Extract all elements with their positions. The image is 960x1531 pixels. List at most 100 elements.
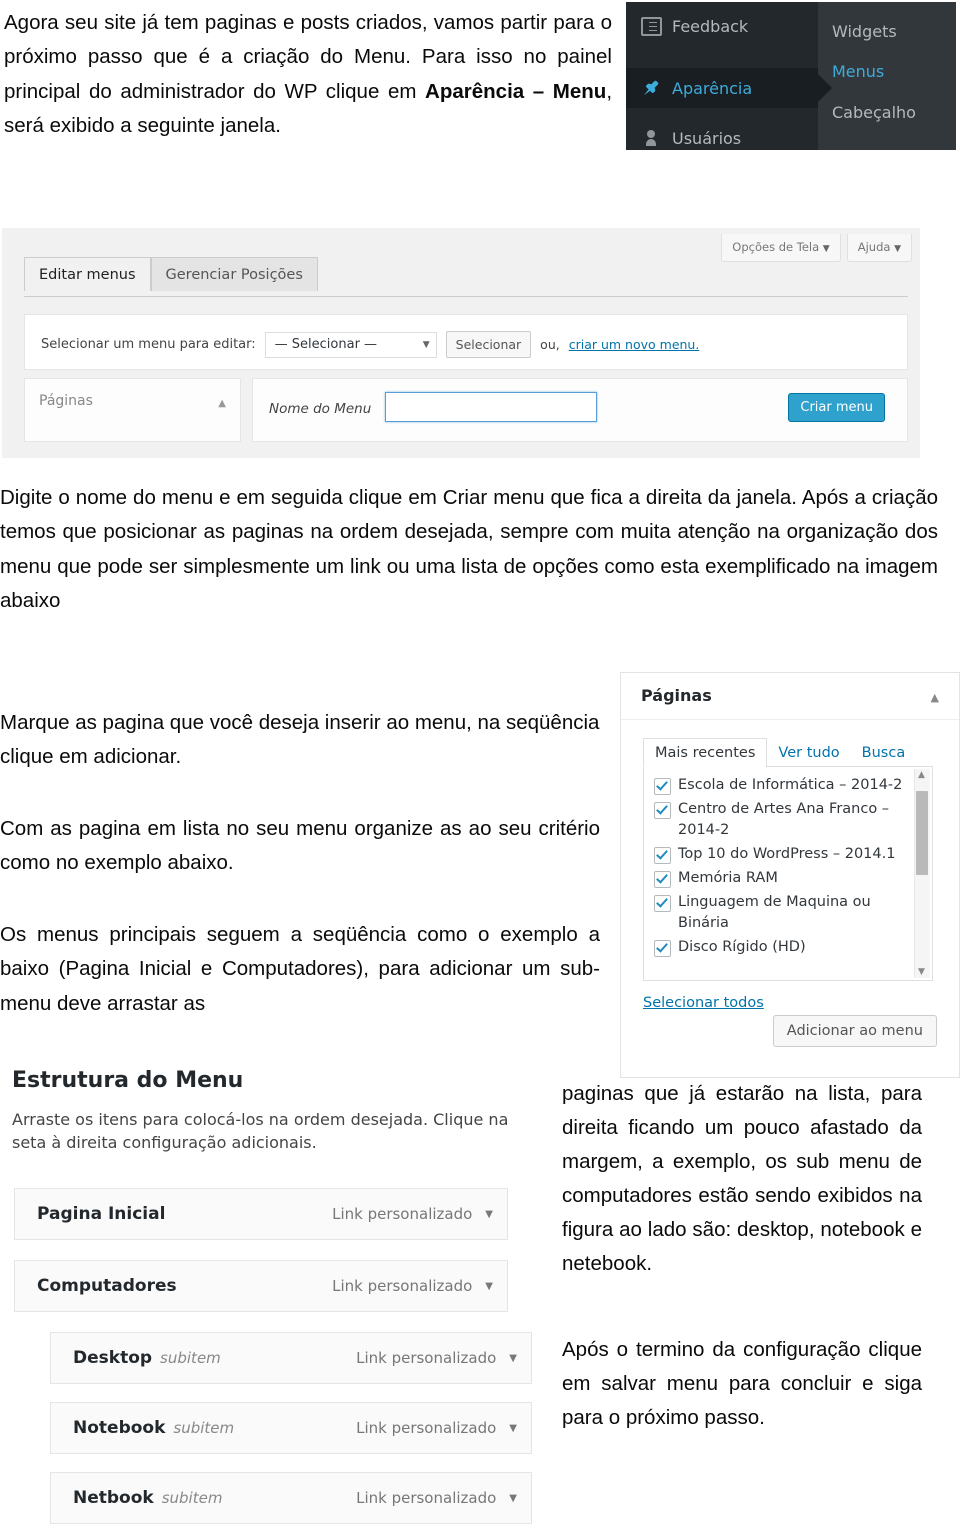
paginas-accordion-box[interactable]: Páginas ▲	[24, 378, 241, 442]
menu-item-meta: Link personalizado ▼	[332, 1277, 493, 1295]
menu-name-label: Nome do Menu	[269, 401, 372, 417]
menu-item-subitem-tag: subitem	[160, 1349, 221, 1367]
intro-bold-aparencia-menu: Aparência – Menu	[425, 79, 607, 103]
select-button-label: Selecionar	[455, 337, 522, 352]
list-item-label: Centro de Artes Ana Franco – 2014-2	[678, 801, 890, 839]
screen-meta-buttons: Opções de Tela ▼ Ajuda ▼	[721, 234, 912, 262]
chevron-down-icon[interactable]: ▼	[509, 1353, 517, 1364]
menu-item-row[interactable]: Pagina Inicial Link personalizado ▼	[14, 1188, 508, 1240]
checkbox-checked-icon[interactable]	[654, 871, 671, 889]
menu-item-type: Link personalizado	[332, 1277, 473, 1295]
sidebar-item-feedback[interactable]: Feedback	[626, 6, 748, 46]
menu-item-name-text: Netbook	[73, 1488, 154, 1508]
menu-item-meta: Link personalizado ▼	[356, 1489, 517, 1507]
scrollbar-thumb[interactable]	[916, 791, 928, 875]
add-to-menu-button[interactable]: Adicionar ao menu	[772, 1015, 937, 1047]
appearance-pin-icon	[638, 78, 664, 98]
chevron-down-icon[interactable]: ▼	[485, 1281, 493, 1292]
menu-structure-screenshot: Estrutura do Menu Arraste os itens para …	[0, 1058, 552, 1531]
paragraph-com-as-pagina: Com as pagina em lista no seu menu organ…	[0, 817, 600, 875]
paragraph-right-final: Após o termino da configuração clique em…	[562, 1338, 922, 1430]
list-item-label: Memória RAM	[678, 870, 778, 887]
submenu-item-menus[interactable]: Menus	[832, 62, 884, 81]
menu-select-dropdown[interactable]: — Selecionar — ▼	[264, 331, 437, 358]
users-icon	[638, 130, 664, 146]
paginas-metabox-screenshot: Páginas ▲ Mais recentes Ver tudo Busca E…	[620, 672, 960, 1078]
tab-mais-recentes[interactable]: Mais recentes	[643, 738, 768, 768]
menu-editor-screenshot: Opções de Tela ▼ Ajuda ▼ Editar menus Ge…	[2, 228, 920, 458]
list-item-label: Linguagem de Maquina ou Binária	[678, 894, 871, 932]
menu-item-meta: Link personalizado ▼	[356, 1419, 517, 1437]
list-item[interactable]: Top 10 do WordPress – 2014.1	[654, 844, 906, 865]
select-all-link[interactable]: Selecionar todos	[643, 995, 764, 1011]
chevron-up-icon[interactable]: ▲	[218, 398, 226, 409]
scroll-down-arrow-icon[interactable]: ▼	[918, 967, 925, 977]
menu-item-row-sub[interactable]: Notebook subitem Link personalizado ▼	[50, 1402, 532, 1454]
paragraph-marque: Marque as pagina que você deseja inserir…	[0, 711, 600, 769]
select-menu-panel: Selecionar um menu para editar: — Seleci…	[24, 314, 908, 370]
list-scrollbar[interactable]: ▲ ▼	[914, 769, 930, 978]
menu-item-row[interactable]: Computadores Link personalizado ▼	[14, 1260, 508, 1312]
list-item[interactable]: Linguagem de Maquina ou Binária	[654, 892, 906, 934]
sidebar-item-aparencia-label: Aparência	[672, 78, 753, 98]
chevron-down-icon[interactable]: ▼	[485, 1209, 493, 1220]
menu-name-panel: Nome do Menu Criar menu	[252, 378, 908, 442]
checkbox-checked-icon[interactable]	[654, 802, 671, 820]
submenu-item-widgets[interactable]: Widgets	[832, 22, 897, 41]
tab-editar-menus-label: Editar menus	[39, 267, 136, 283]
chevron-up-icon[interactable]: ▲	[931, 691, 939, 704]
scroll-up-arrow-icon[interactable]: ▲	[918, 770, 925, 780]
sidebar-item-feedback-label: Feedback	[672, 16, 749, 36]
or-text: ou,	[540, 337, 560, 352]
checkbox-checked-icon[interactable]	[654, 847, 671, 865]
menu-item-name: Pagina Inicial	[37, 1204, 166, 1224]
create-new-menu-link[interactable]: criar um novo menu.	[569, 337, 700, 352]
chevron-down-icon: ▼	[822, 244, 830, 254]
tab-gerenciar-posicoes[interactable]: Gerenciar Posições	[150, 257, 318, 291]
submenu-item-cabecalho[interactable]: Cabeçalho	[832, 103, 916, 122]
sidebar-item-aparencia[interactable]: Aparência	[626, 68, 818, 108]
menu-item-name-text: Desktop	[73, 1348, 153, 1368]
chevron-down-icon[interactable]: ▼	[509, 1423, 517, 1434]
menu-item-name: Desktop subitem	[73, 1348, 221, 1368]
menu-item-type: Link personalizado	[356, 1489, 497, 1507]
tab-editar-menus[interactable]: Editar menus	[24, 257, 151, 291]
add-to-menu-button-label: Adicionar ao menu	[786, 1023, 923, 1039]
checkbox-checked-icon[interactable]	[654, 940, 671, 958]
menu-structure-title: Estrutura do Menu	[12, 1068, 244, 1093]
list-item-label: Escola de Informática – 2014-2	[678, 777, 903, 793]
menu-item-name: Notebook subitem	[73, 1418, 234, 1438]
checkbox-checked-icon[interactable]	[654, 895, 671, 913]
help-button[interactable]: Ajuda ▼	[846, 234, 912, 262]
chevron-down-icon: ▼	[422, 339, 430, 350]
select-button[interactable]: Selecionar	[445, 331, 532, 358]
paginas-metabox-tabs: Mais recentes Ver tudo Busca	[643, 737, 917, 768]
create-menu-button[interactable]: Criar menu	[788, 393, 885, 422]
menu-item-name: Netbook subitem	[73, 1488, 222, 1508]
tab-ver-tudo[interactable]: Ver tudo	[767, 739, 850, 767]
menu-structure-description: Arraste os itens para colocá-los na orde…	[12, 1110, 509, 1153]
menu-item-row-sub[interactable]: Netbook subitem Link personalizado ▼	[50, 1472, 532, 1524]
screen-options-button[interactable]: Opções de Tela ▼	[721, 234, 841, 262]
chevron-down-icon[interactable]: ▼	[509, 1493, 517, 1504]
menu-select-value: — Selecionar —	[274, 337, 378, 352]
feedback-icon	[638, 16, 664, 36]
paginas-metabox-header: Páginas ▲	[621, 673, 959, 720]
menu-item-meta: Link personalizado ▼	[356, 1349, 517, 1367]
tab-busca[interactable]: Busca	[851, 739, 917, 767]
paginas-list-inner: Escola de Informática – 2014-2 Centro de…	[654, 775, 906, 961]
submenu-item-cabecalho-label: Cabeçalho	[832, 103, 916, 122]
paginas-checkbox-list[interactable]: Escola de Informática – 2014-2 Centro de…	[643, 766, 933, 981]
submenu-pointer-notch	[818, 74, 832, 102]
menu-item-row-sub[interactable]: Desktop subitem Link personalizado ▼	[50, 1332, 532, 1384]
select-menu-label: Selecionar um menu para editar:	[41, 337, 256, 352]
menu-name-input[interactable]	[385, 392, 597, 422]
list-item[interactable]: Escola de Informática – 2014-2	[654, 775, 906, 796]
list-item[interactable]: Centro de Artes Ana Franco – 2014-2	[654, 799, 906, 841]
list-item[interactable]: Disco Rígido (HD)	[654, 937, 906, 958]
list-item[interactable]: Memória RAM	[654, 868, 906, 889]
checkbox-checked-icon[interactable]	[654, 778, 671, 795]
submenu-item-menus-label: Menus	[832, 62, 885, 81]
document-page: Agora seu site já tem paginas e posts cr…	[0, 0, 960, 1531]
sidebar-item-usuarios[interactable]: Usuários	[626, 118, 741, 150]
